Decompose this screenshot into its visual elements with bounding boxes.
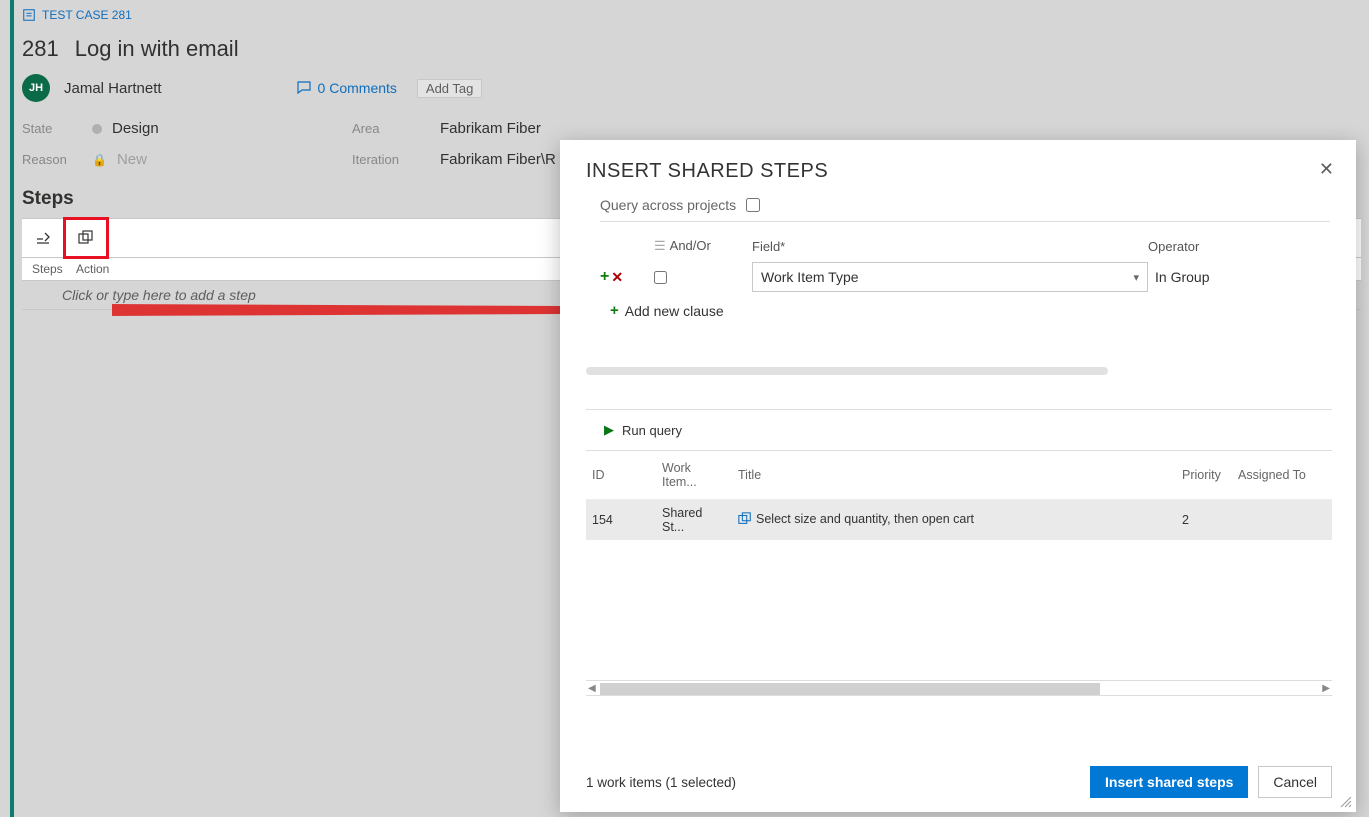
run-query-button[interactable]: Run query xyxy=(622,423,682,438)
result-row[interactable]: 154 Shared St... Select size and quantit… xyxy=(586,500,1332,541)
cancel-button[interactable]: Cancel xyxy=(1258,766,1332,798)
results-table: ID Work Item... Title Priority Assigned … xyxy=(586,451,1332,540)
col-type[interactable]: Work Item... xyxy=(656,451,732,500)
resize-handle[interactable] xyxy=(1340,796,1352,808)
scroll-left-icon[interactable]: ◀ xyxy=(588,683,596,694)
field-select[interactable]: Work Item Type ▾ xyxy=(752,262,1148,292)
reason-value[interactable]: 🔒New xyxy=(92,151,352,168)
field-select-value: Work Item Type xyxy=(761,269,859,285)
cell-priority: 2 xyxy=(1176,500,1232,541)
col-id[interactable]: ID xyxy=(586,451,656,500)
insert-shared-steps-highlight xyxy=(63,217,109,259)
query-across-projects-row: Query across projects xyxy=(600,197,1330,222)
comment-icon xyxy=(296,80,312,96)
state-value[interactable]: Design xyxy=(92,120,352,137)
scroll-thumb[interactable] xyxy=(600,683,1100,695)
run-play-icon[interactable]: ▶ xyxy=(604,422,614,438)
andor-header: ☰And/Or xyxy=(654,234,752,262)
dialog-title: INSERT SHARED STEPS xyxy=(586,160,828,183)
footer-status: 1 work items (1 selected) xyxy=(586,775,736,790)
field-header: Field* xyxy=(752,235,1148,262)
insert-shared-steps-dialog: INSERT SHARED STEPS ✕ Query across proje… xyxy=(560,140,1356,812)
clause-grid: ☰And/Or Field* Operator + ✕ Work Item Ty… xyxy=(600,234,1334,292)
test-case-icon xyxy=(22,8,36,22)
insert-shared-steps-button[interactable] xyxy=(78,230,94,246)
close-button[interactable]: ✕ xyxy=(1319,160,1334,178)
insert-step-button[interactable] xyxy=(22,218,64,258)
add-clause-icon[interactable]: + xyxy=(600,268,609,286)
area-label: Area xyxy=(352,121,440,136)
cell-id: 154 xyxy=(586,500,656,541)
cell-type: Shared St... xyxy=(656,500,732,541)
avatar[interactable]: JH xyxy=(22,74,50,102)
add-clause-label: Add new clause xyxy=(625,303,724,319)
add-new-clause-button[interactable]: + Add new clause xyxy=(610,302,1334,319)
operator-cell[interactable]: In Group xyxy=(1148,262,1328,292)
col-assigned[interactable]: Assigned To xyxy=(1232,451,1332,500)
results-scrollbar[interactable]: ◀ ▶ xyxy=(586,680,1332,696)
area-value[interactable]: Fabrikam Fiber xyxy=(440,120,640,137)
plus-icon: + xyxy=(610,302,619,319)
owner-name[interactable]: Jamal Hartnett xyxy=(64,80,162,97)
clause-checkbox[interactable] xyxy=(654,271,667,284)
work-item-id: 281 xyxy=(22,36,59,62)
col-priority[interactable]: Priority xyxy=(1176,451,1232,500)
query-across-checkbox[interactable] xyxy=(746,198,760,212)
title-row: 281 Log in with email xyxy=(14,22,1369,70)
comments-link[interactable]: 0 Comments xyxy=(296,80,397,96)
run-query-row: ▶ Run query xyxy=(586,409,1332,451)
breadcrumb[interactable]: TEST CASE 281 xyxy=(14,8,1369,22)
clause-scrollbar[interactable] xyxy=(586,367,1108,375)
query-across-label: Query across projects xyxy=(600,197,736,213)
reason-label: Reason xyxy=(22,152,92,167)
cell-title: Select size and quantity, then open cart xyxy=(732,500,1176,541)
operator-header: Operator xyxy=(1148,235,1328,262)
meta-row: JH Jamal Hartnett 0 Comments Add Tag xyxy=(14,70,1369,112)
insert-button[interactable]: Insert shared steps xyxy=(1090,766,1248,798)
shared-steps-row-icon xyxy=(738,512,752,526)
lock-icon: 🔒 xyxy=(92,153,107,167)
insert-step-icon xyxy=(35,230,51,246)
state-label: State xyxy=(22,121,92,136)
steps-col-action: Action xyxy=(76,262,109,276)
dialog-footer: 1 work items (1 selected) Insert shared … xyxy=(586,748,1332,798)
work-item-title[interactable]: Log in with email xyxy=(75,36,239,62)
delete-clause-icon[interactable]: ✕ xyxy=(611,269,623,286)
steps-col-steps: Steps xyxy=(32,262,76,276)
breadcrumb-text: TEST CASE 281 xyxy=(42,8,132,22)
comments-count: 0 Comments xyxy=(318,80,397,96)
state-dot-icon xyxy=(92,124,102,134)
scroll-right-icon[interactable]: ▶ xyxy=(1322,683,1330,694)
iteration-label: Iteration xyxy=(352,152,440,167)
add-tag-button[interactable]: Add Tag xyxy=(417,79,482,98)
chevron-down-icon: ▾ xyxy=(1133,271,1139,284)
col-title[interactable]: Title xyxy=(732,451,1176,500)
cell-assigned xyxy=(1232,500,1332,541)
shared-steps-icon xyxy=(78,230,94,246)
